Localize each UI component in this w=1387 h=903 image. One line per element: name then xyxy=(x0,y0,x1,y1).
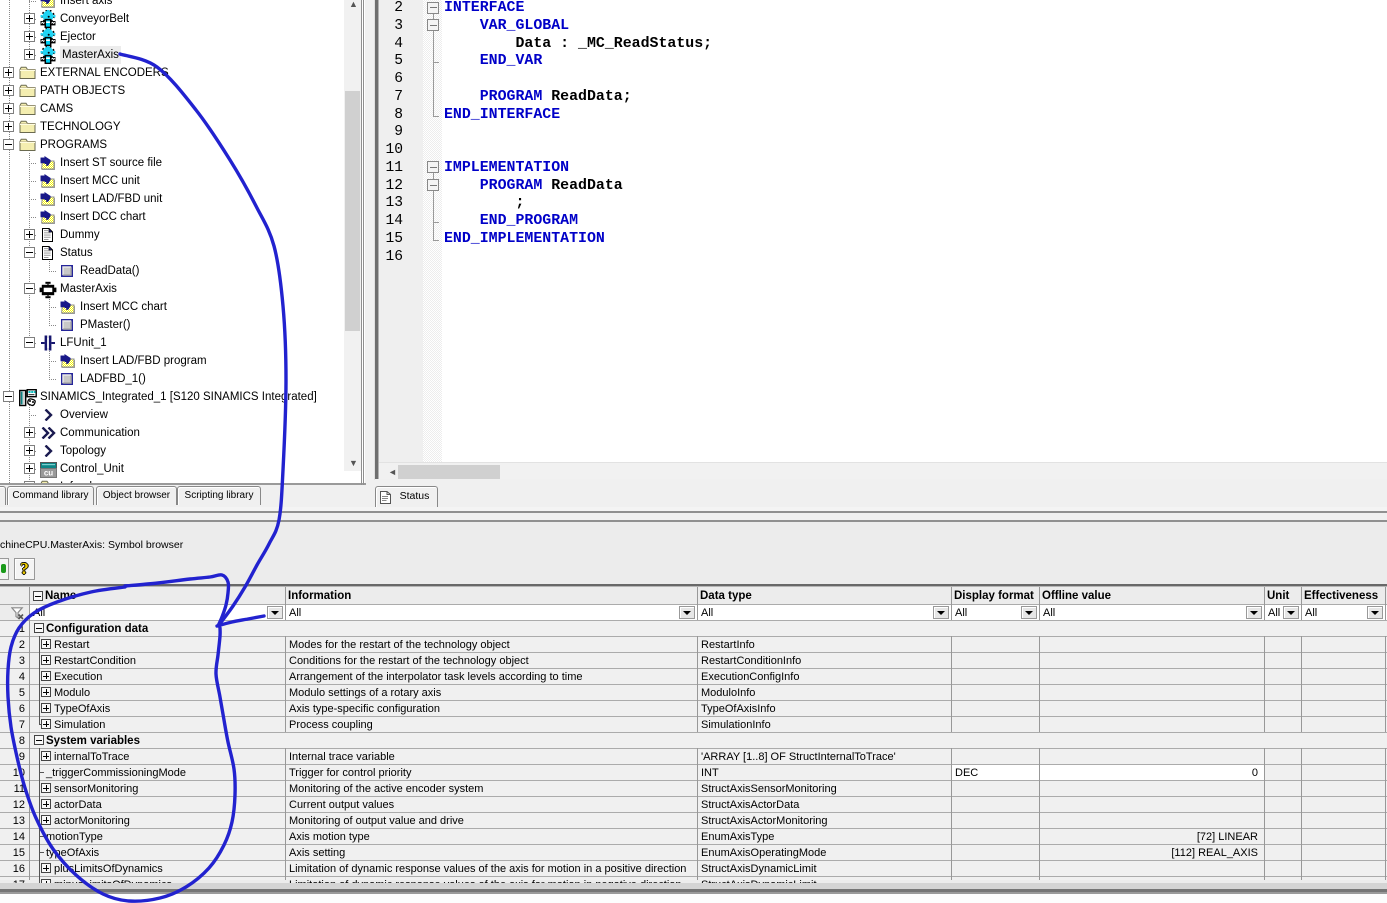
svg-text:cu: cu xyxy=(44,468,53,477)
